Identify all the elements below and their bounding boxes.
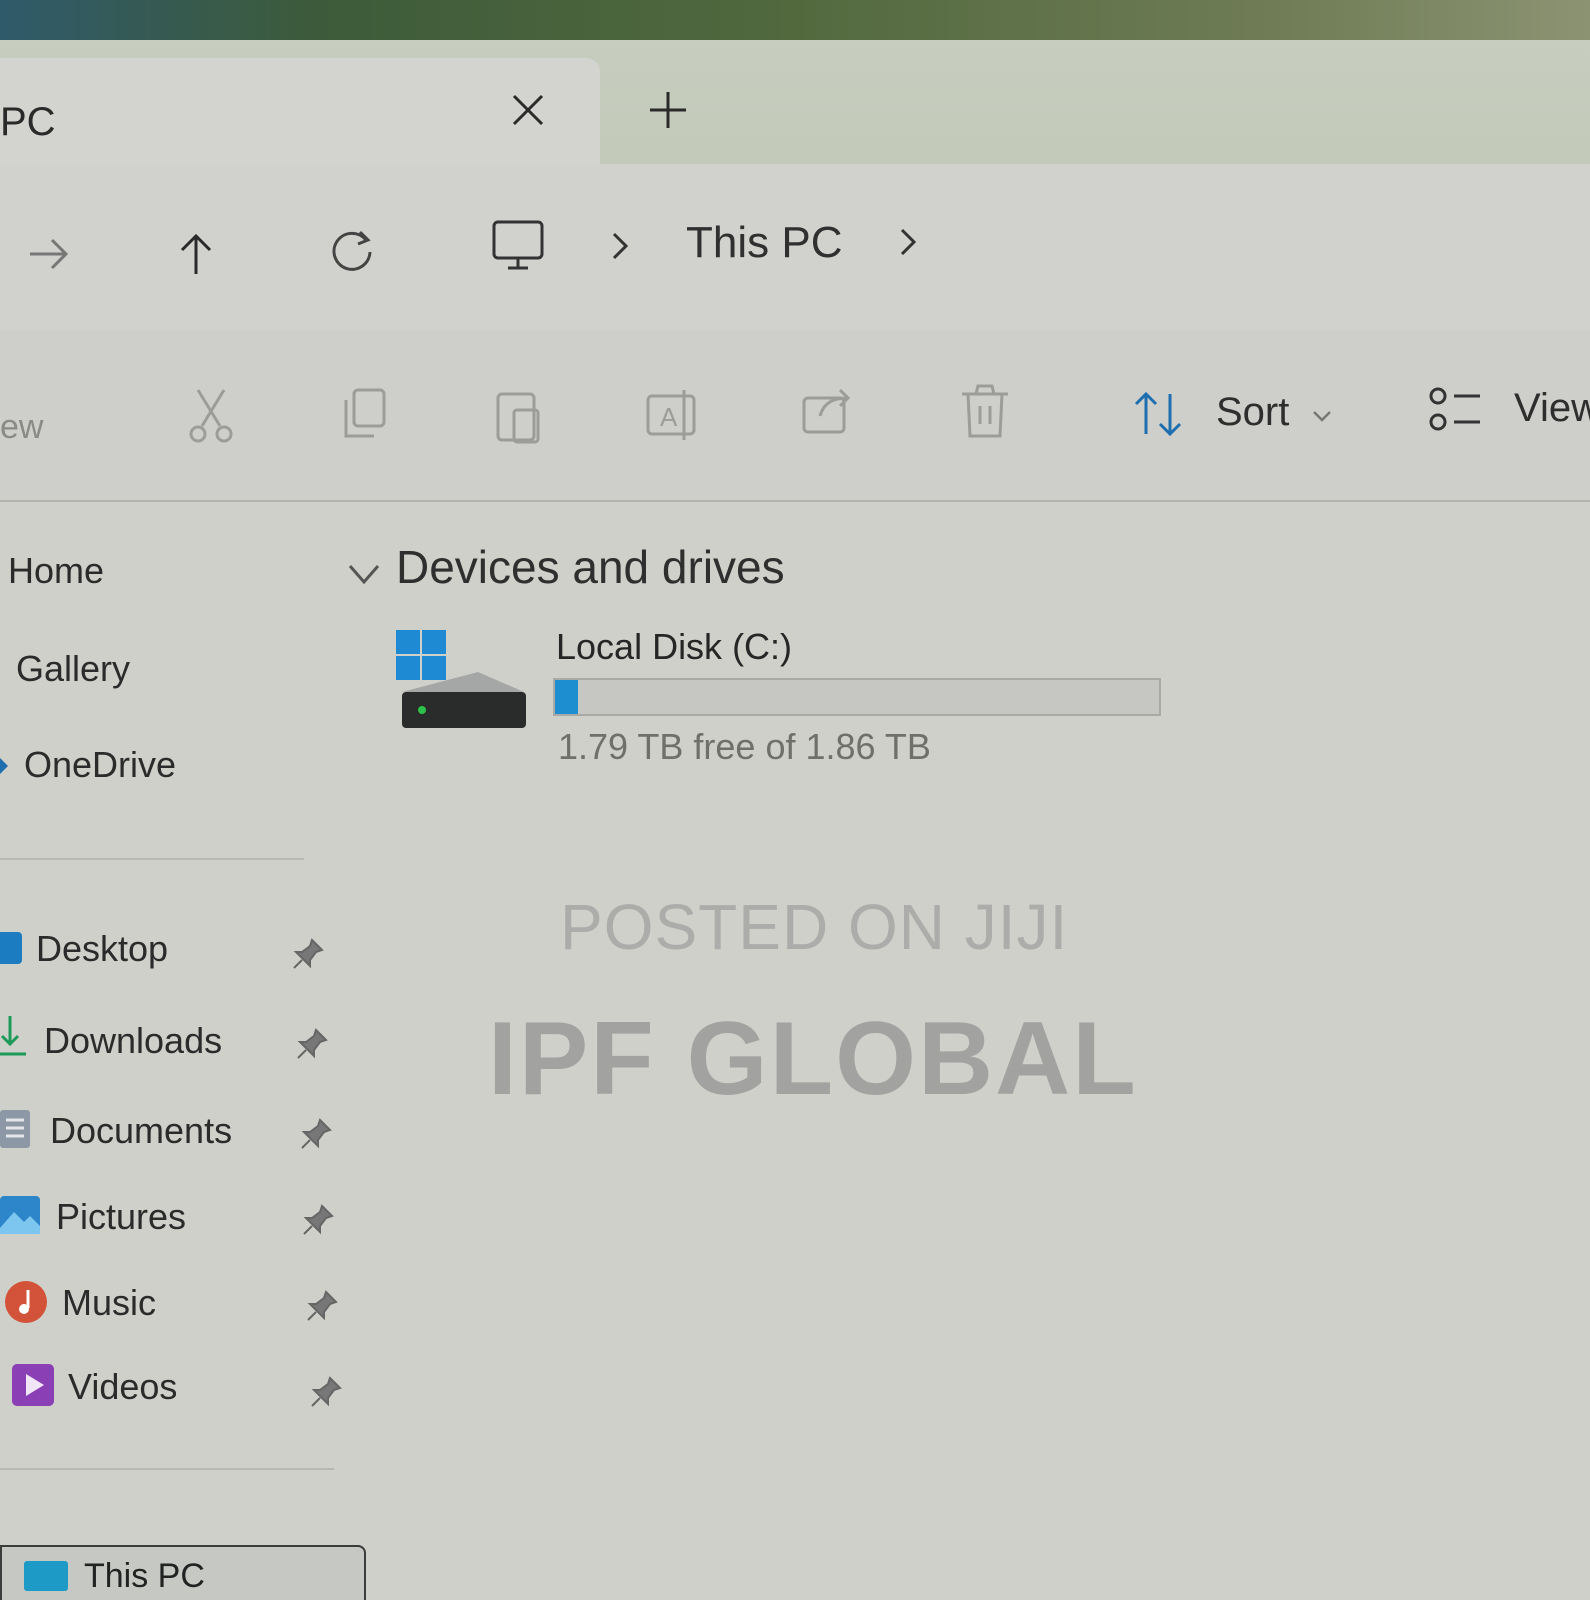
monitor-icon[interactable] [486, 214, 550, 278]
breadcrumb-this-pc[interactable]: This PC [686, 218, 842, 268]
desktop-folder-icon [0, 932, 22, 964]
sidebar-item-gallery[interactable]: Gallery [16, 648, 130, 690]
sidebar-item-pictures[interactable]: Pictures [56, 1196, 186, 1238]
rename-icon[interactable]: A [638, 380, 708, 450]
pin-icon[interactable] [308, 1374, 344, 1410]
paste-icon[interactable] [484, 382, 554, 452]
tab-title: PC [0, 100, 56, 144]
cut-icon[interactable] [176, 380, 246, 450]
navigation-pane: Home Gallery OneDrive Desktop Downloads … [0, 502, 350, 1600]
this-pc-icon [24, 1561, 68, 1591]
plus-icon[interactable] [640, 82, 696, 138]
pictures-folder-icon [0, 1196, 40, 1234]
forward-icon[interactable] [16, 222, 80, 286]
sidebar-item-desktop[interactable]: Desktop [36, 928, 168, 970]
chevron-down-icon [1313, 411, 1331, 422]
drive-free-space: 1.79 TB free of 1.86 TB [558, 726, 931, 767]
sidebar-this-pc-label: This PC [84, 1557, 205, 1595]
sidebar-item-downloads[interactable]: Downloads [44, 1020, 222, 1062]
chevron-right-icon[interactable] [888, 222, 928, 262]
drive-name[interactable]: Local Disk (C:) [556, 626, 792, 668]
sidebar-item-onedrive[interactable]: OneDrive [24, 744, 176, 786]
expand-chevron-icon[interactable] [0, 758, 10, 774]
sidebar-item-videos[interactable]: Videos [68, 1366, 177, 1408]
section-devices-and-drives[interactable]: Devices and drives [396, 540, 785, 594]
pin-icon[interactable] [304, 1288, 340, 1324]
watermark-ipf-global: IPF GLOBAL [488, 1001, 1138, 1117]
copy-icon[interactable] [330, 380, 400, 450]
videos-folder-icon [12, 1364, 54, 1406]
watermark-posted-on-jiji: POSTED ON JIJI [560, 891, 1069, 963]
view-icon[interactable] [1420, 378, 1490, 448]
collapse-chevron-icon[interactable] [346, 556, 382, 592]
close-icon[interactable] [500, 82, 556, 138]
sidebar-divider [0, 1468, 334, 1470]
sidebar-divider [0, 858, 304, 860]
music-folder-icon [5, 1281, 47, 1323]
view-label[interactable]: View [1514, 386, 1590, 431]
share-icon[interactable] [794, 376, 864, 446]
up-icon[interactable] [164, 222, 228, 286]
sidebar-item-this-pc[interactable]: This PC [0, 1545, 366, 1600]
svg-text:A: A [660, 402, 678, 432]
pin-icon[interactable] [298, 1116, 334, 1152]
drive-usage-bar [553, 678, 1161, 716]
delete-icon[interactable] [950, 378, 1020, 448]
chevron-right-icon[interactable] [600, 226, 640, 266]
refresh-icon[interactable] [320, 218, 384, 282]
pin-icon[interactable] [290, 936, 326, 972]
pin-icon[interactable] [300, 1202, 336, 1238]
sidebar-item-documents[interactable]: Documents [50, 1110, 232, 1152]
documents-folder-icon [0, 1110, 30, 1148]
sort-icon [1134, 391, 1182, 437]
sidebar-item-music[interactable]: Music [62, 1282, 156, 1324]
sidebar-item-home[interactable]: Home [8, 550, 104, 592]
pin-icon[interactable] [294, 1026, 330, 1062]
local-disk-icon[interactable] [394, 628, 534, 738]
sort-label: Sort [1216, 390, 1290, 434]
desktop-wallpaper [0, 0, 1590, 40]
drive-usage-fill [555, 680, 578, 714]
downloads-folder-icon [0, 1016, 26, 1056]
new-button-label[interactable]: ew [0, 408, 43, 447]
